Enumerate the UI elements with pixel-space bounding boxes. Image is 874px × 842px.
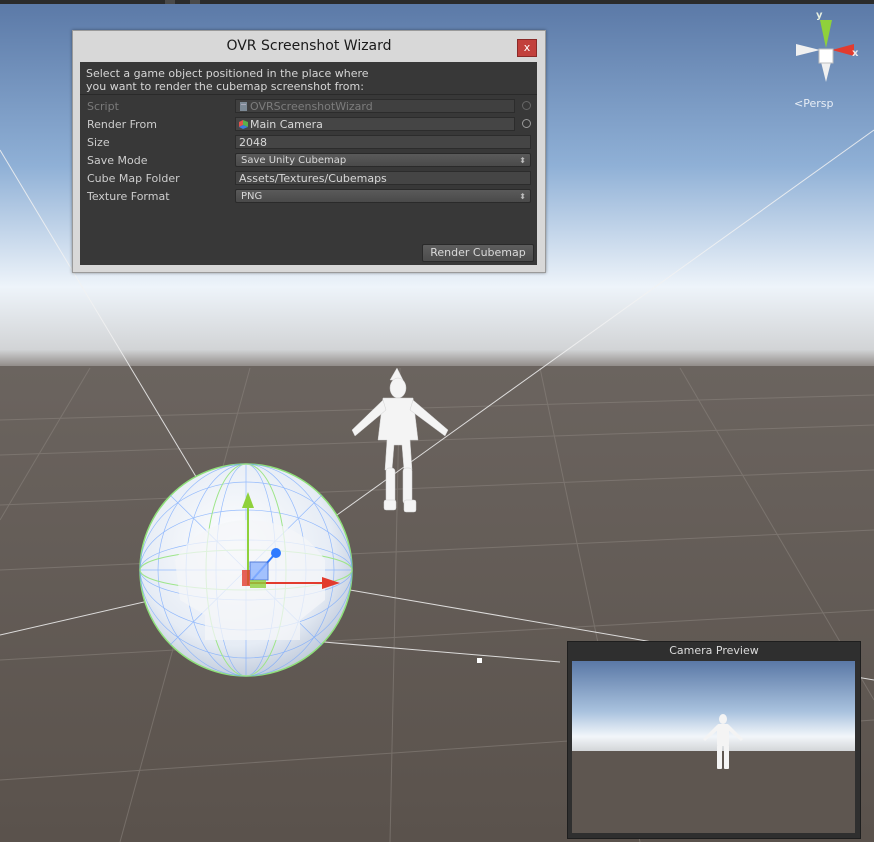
orientation-gizmo[interactable]: y x xyxy=(786,10,866,90)
wizard-body: Select a game object positioned in the p… xyxy=(80,62,537,265)
point-handle[interactable] xyxy=(477,658,482,663)
gameobject-icon xyxy=(239,120,248,129)
render-cubemap-button[interactable]: Render Cubemap xyxy=(422,244,534,262)
texture-format-value: PNG xyxy=(241,191,263,202)
help-line: Select a game object positioned in the p… xyxy=(86,67,369,80)
texture-format-dropdown[interactable]: PNG ⬍ xyxy=(235,189,531,203)
render-from-value: Main Camera xyxy=(250,118,323,131)
save-mode-row: Save Mode Save Unity Cubemap ⬍ xyxy=(80,152,537,170)
cube-map-folder-label: Cube Map Folder xyxy=(87,172,180,185)
divider xyxy=(80,94,537,95)
texture-format-row: Texture Format PNG ⬍ xyxy=(80,188,537,206)
texture-format-label: Texture Format xyxy=(87,190,170,203)
toolbar-mark xyxy=(165,0,175,4)
top-toolbar-strip xyxy=(0,0,874,4)
script-field: OVRScreenshotWizard xyxy=(235,99,515,113)
save-mode-label: Save Mode xyxy=(87,154,148,167)
dropdown-arrow-icon: ⬍ xyxy=(519,192,526,201)
script-label: Script xyxy=(87,100,119,113)
gizmo-x-label: x xyxy=(852,48,859,59)
script-file-icon xyxy=(240,102,247,111)
camera-preview-panel: Camera Preview xyxy=(567,641,861,839)
ovr-screenshot-wizard-window: OVR Screenshot Wizard x Select a game ob… xyxy=(72,30,546,273)
script-value: OVRScreenshotWizard xyxy=(250,100,373,113)
help-text: Select a game object positioned in the p… xyxy=(86,67,526,93)
help-line: you want to render the cubemap screensho… xyxy=(86,80,364,93)
object-picker-icon[interactable] xyxy=(522,119,531,128)
render-from-row: Render From Main Camera xyxy=(80,116,537,134)
dropdown-arrow-icon: ⬍ xyxy=(519,156,526,165)
camera-preview-view xyxy=(572,661,855,833)
size-row: Size 2048 xyxy=(80,134,537,152)
save-mode-dropdown[interactable]: Save Unity Cubemap ⬍ xyxy=(235,153,531,167)
toolbar-mark xyxy=(190,0,200,4)
save-mode-value: Save Unity Cubemap xyxy=(241,155,347,166)
script-row: Script OVRScreenshotWizard xyxy=(80,98,537,116)
preview-render xyxy=(572,661,855,833)
object-picker-icon xyxy=(522,101,531,110)
cube-map-folder-input[interactable]: Assets/Textures/Cubemaps xyxy=(235,171,531,185)
cube-map-folder-row: Cube Map Folder Assets/Textures/Cubemaps xyxy=(80,170,537,188)
size-input[interactable]: 2048 xyxy=(235,135,531,149)
close-button[interactable]: x xyxy=(517,39,537,57)
window-title: OVR Screenshot Wizard xyxy=(226,38,392,54)
render-from-label: Render From xyxy=(87,118,157,131)
perspective-icon: < xyxy=(794,97,804,110)
projection-toggle[interactable]: <Persp xyxy=(794,97,833,110)
gizmo-y-label: y xyxy=(816,10,823,21)
size-label: Size xyxy=(87,136,110,149)
projection-label: Persp xyxy=(803,97,834,110)
camera-preview-title: Camera Preview xyxy=(669,644,759,657)
render-from-field[interactable]: Main Camera xyxy=(235,117,515,131)
